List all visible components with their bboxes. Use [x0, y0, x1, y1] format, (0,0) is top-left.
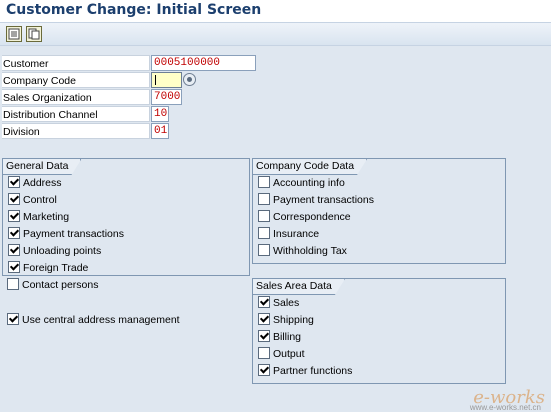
sales-organization-input[interactable]: 7000: [151, 89, 182, 105]
customer-input[interactable]: 0005100000: [151, 55, 256, 71]
division-label: Division: [2, 123, 150, 139]
checkbox-box[interactable]: [258, 364, 270, 376]
checkbox-partner-functions[interactable]: Partner functions: [258, 363, 352, 379]
checkbox-box[interactable]: [7, 278, 19, 290]
checkbox-payment-transactions[interactable]: Payment transactions: [8, 226, 124, 242]
checkbox-box[interactable]: [8, 227, 20, 239]
company-code-data-title: Company Code Data: [253, 159, 367, 175]
checkbox-box[interactable]: [258, 244, 270, 256]
application-toolbar: [0, 23, 551, 46]
customer-label: Customer: [2, 55, 150, 71]
checkbox-box[interactable]: [7, 313, 19, 325]
checkbox-control[interactable]: Control: [8, 192, 57, 208]
select-data-icon: [8, 28, 20, 40]
checkbox-unloading-points[interactable]: Unloading points: [8, 243, 101, 259]
window-title: Customer Change: Initial Screen: [6, 2, 262, 18]
checkbox-box[interactable]: [8, 244, 20, 256]
copy-icon: [28, 28, 40, 40]
general-data-title: General Data: [3, 159, 81, 175]
checkbox-box[interactable]: [258, 330, 270, 342]
value-help-icon[interactable]: [183, 73, 196, 86]
checkbox-box[interactable]: [8, 176, 20, 188]
general-data-group: General Data Address Control Marketing P…: [2, 158, 250, 276]
checkbox-box[interactable]: [258, 347, 270, 359]
checkbox-insurance[interactable]: Insurance: [258, 226, 319, 242]
company-code-data-group: Company Code Data Accounting info Paymen…: [252, 158, 506, 264]
checkbox-sales[interactable]: Sales: [258, 295, 299, 311]
checkbox-marketing[interactable]: Marketing: [8, 209, 69, 225]
checkbox-withholding-tax[interactable]: Withholding Tax: [258, 243, 347, 259]
checkbox-box[interactable]: [258, 313, 270, 325]
checkbox-box[interactable]: [258, 176, 270, 188]
title-bar: Customer Change: Initial Screen: [0, 0, 551, 23]
watermark-url: www.e-works.net.cn: [469, 403, 541, 412]
division-input[interactable]: 01: [151, 123, 169, 139]
select-data-button[interactable]: [6, 26, 22, 42]
checkbox-address[interactable]: Address: [8, 175, 62, 191]
checkbox-box[interactable]: [258, 227, 270, 239]
company-code-label: Company Code: [2, 72, 150, 88]
checkbox-correspondence[interactable]: Correspondence: [258, 209, 351, 225]
checkbox-box[interactable]: [8, 193, 20, 205]
company-code-input[interactable]: [151, 72, 182, 88]
checkbox-box[interactable]: [8, 210, 20, 222]
checkbox-foreign-trade[interactable]: Foreign Trade: [8, 260, 88, 276]
text-cursor: [155, 75, 156, 85]
checkbox-output[interactable]: Output: [258, 346, 305, 362]
sales-organization-label: Sales Organization: [2, 89, 150, 105]
checkbox-billing[interactable]: Billing: [258, 329, 301, 345]
distribution-channel-input[interactable]: 10: [151, 106, 169, 122]
checkbox-cc-payment-transactions[interactable]: Payment transactions: [258, 192, 374, 208]
checkbox-shipping[interactable]: Shipping: [258, 312, 314, 328]
checkbox-box[interactable]: [258, 296, 270, 308]
sales-area-data-group: Sales Area Data Sales Shipping Billing O…: [252, 278, 506, 384]
checkbox-contact-persons[interactable]: Contact persons: [7, 277, 98, 293]
sales-area-data-title: Sales Area Data: [253, 279, 345, 295]
checkbox-box[interactable]: [8, 261, 20, 273]
distribution-channel-label: Distribution Channel: [2, 106, 150, 122]
checkbox-accounting-info[interactable]: Accounting info: [258, 175, 345, 191]
checkbox-central-address[interactable]: Use central address management: [7, 312, 180, 328]
checkbox-box[interactable]: [258, 193, 270, 205]
checkbox-box[interactable]: [258, 210, 270, 222]
copy-button[interactable]: [26, 26, 42, 42]
